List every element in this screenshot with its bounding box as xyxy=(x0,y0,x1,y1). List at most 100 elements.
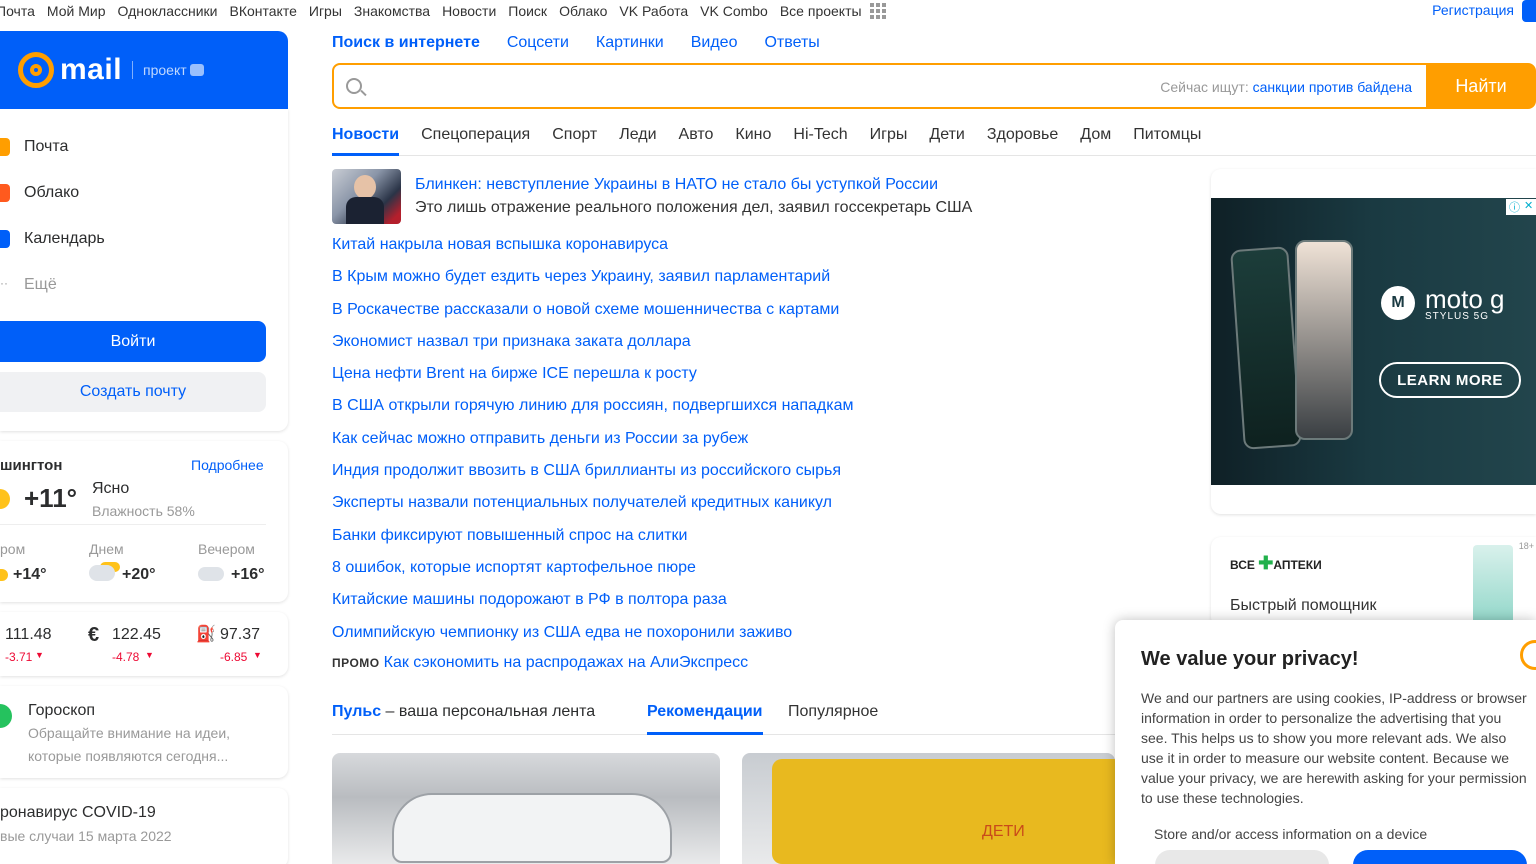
trending-query[interactable]: санкции против байдена xyxy=(1253,79,1412,95)
lead-news-subtitle: Это лишь отражение реального положения д… xyxy=(415,199,973,216)
weather-widget[interactable]: шингтон Подробнее +11° Ясно Влажность 58… xyxy=(0,441,288,602)
weather-more-link[interactable]: Подробнее xyxy=(191,457,264,473)
accept-button[interactable] xyxy=(1353,850,1527,864)
tab-special-op[interactable]: Спецоперация xyxy=(421,126,530,155)
news-item[interactable]: Цена нефти Brent на бирже ICE перешла к … xyxy=(332,365,853,397)
pulse-title[interactable]: Пульс – ваша персональная лента xyxy=(332,703,595,721)
project-link-vk-work[interactable]: VK Работа xyxy=(619,3,688,19)
tab-social[interactable]: Соцсети xyxy=(507,34,569,52)
news-item[interactable]: В США открыли горячую линию для россиян,… xyxy=(332,397,853,429)
reject-button[interactable] xyxy=(1155,850,1329,864)
project-link-games[interactable]: Игры xyxy=(309,3,342,19)
news-item[interactable]: Эксперты назвали потенциальных получател… xyxy=(332,494,853,526)
dots-icon: ·· xyxy=(0,276,8,290)
news-category-tabs: Новости Спецоперация Спорт Леди Авто Кин… xyxy=(332,126,1536,156)
project-link-vk-combo[interactable]: VK Combo xyxy=(700,3,768,19)
tab-recommendations[interactable]: Рекомендации xyxy=(647,703,763,735)
tab-sport[interactable]: Спорт xyxy=(552,126,597,155)
tab-video[interactable]: Видео xyxy=(691,34,738,52)
menu-item-more[interactable]: ·· Ещё xyxy=(0,276,57,294)
project-link-search[interactable]: Поиск xyxy=(508,3,547,19)
project-link-all[interactable]: Все проекты xyxy=(780,3,862,19)
project-link-cloud[interactable]: Облако xyxy=(559,3,607,19)
ad-choices[interactable]: ⓘ ✕ xyxy=(1506,199,1536,215)
weather-day-label: Днем xyxy=(89,541,124,557)
tab-pets[interactable]: Питомцы xyxy=(1133,126,1201,155)
moto-ad-banner[interactable]: M moto g STYLUS 5G LEARN MORE xyxy=(1211,198,1536,485)
tab-popular[interactable]: Популярное xyxy=(788,703,878,721)
search-button[interactable]: Найти xyxy=(1426,63,1536,109)
news-item[interactable]: Олимпийскую чемпионку из США едва не пох… xyxy=(332,624,853,656)
news-item[interactable]: Как сейчас можно отправить деньги из Рос… xyxy=(332,430,853,462)
tab-images[interactable]: Картинки xyxy=(596,34,664,52)
tab-news[interactable]: Новости xyxy=(332,126,400,156)
tab-lady[interactable]: Леди xyxy=(619,126,656,155)
news-item[interactable]: Китай накрыла новая вспышка коронавируса xyxy=(332,236,853,268)
project-link-news[interactable]: Новости xyxy=(442,3,496,19)
apps-grid-icon[interactable] xyxy=(869,3,886,19)
privacy-dialog: We value your privacy! We and our partne… xyxy=(1115,620,1536,864)
news-item[interactable]: Банки фиксируют повышенный спрос на слит… xyxy=(332,527,853,559)
tab-answers[interactable]: Ответы xyxy=(764,34,819,52)
news-item[interactable]: В Роскачестве рассказали о новой схеме м… xyxy=(332,301,853,333)
tab-games[interactable]: Игры xyxy=(870,126,908,155)
horoscope-widget[interactable]: Гороскоп Обращайте внимание на идеи, кот… xyxy=(0,686,288,778)
lead-news-image[interactable] xyxy=(332,169,401,224)
sun-icon xyxy=(0,569,8,581)
pharmacy-shelf-image xyxy=(1473,545,1513,627)
menu-item-calendar[interactable]: Календарь xyxy=(0,230,105,248)
weather-evening-temp: +16° xyxy=(231,566,265,583)
tab-web-search[interactable]: Поиск в интернете xyxy=(332,34,480,52)
sun-moon-icon xyxy=(0,489,10,509)
tab-health[interactable]: Здоровье xyxy=(987,126,1058,155)
news-item[interactable]: Экономист назвал три признака заката дол… xyxy=(332,333,853,365)
tab-kino[interactable]: Кино xyxy=(735,126,771,155)
news-item[interactable]: В Крым можно будет ездить через Украину,… xyxy=(332,268,853,300)
apteki-card[interactable]: ВСЕ ✚АПТЕКИ Быстрый помощник 18+ xyxy=(1211,537,1536,627)
apteki-logo: ВСЕ ✚АПТЕКИ xyxy=(1230,553,1322,574)
weather-evening-label: Вечером xyxy=(198,541,255,557)
mail-icon xyxy=(0,138,10,156)
promo-item[interactable]: ПРОМО Как сэкономить на распродажах на Ал… xyxy=(332,654,748,672)
login-corner-button[interactable] xyxy=(1522,0,1536,22)
privacy-title: We value your privacy! xyxy=(1141,648,1359,670)
tab-home[interactable]: Дом xyxy=(1080,126,1111,155)
apteki-text: Быстрый помощник xyxy=(1230,597,1377,614)
apteki-logo-a: ВСЕ xyxy=(1230,558,1255,572)
project-link-moimir[interactable]: Мой Мир xyxy=(47,3,106,19)
logo-divider xyxy=(132,61,134,79)
news-item[interactable]: Китайские машины подорожают в РФ в полто… xyxy=(332,591,853,623)
learn-more-button[interactable]: LEARN MORE xyxy=(1379,362,1521,398)
trending-search[interactable]: Сейчас ищут: санкции против байдена xyxy=(1160,79,1412,95)
close-icon[interactable]: ✕ xyxy=(1524,199,1533,215)
tab-auto[interactable]: Авто xyxy=(679,126,714,155)
mail-logo[interactable]: mail проект xyxy=(0,31,288,109)
menu-item-cloud[interactable]: Облако xyxy=(0,184,79,202)
close-dialog-icon[interactable] xyxy=(1520,640,1536,670)
privacy-store-option[interactable]: Store and/or access information on a dev… xyxy=(1154,826,1427,842)
promo-link[interactable]: Как сэкономить на распродажах на АлиЭксп… xyxy=(384,654,749,671)
project-link-vk[interactable]: ВКонтакте xyxy=(230,3,297,19)
login-button[interactable]: Войти xyxy=(0,321,266,362)
pulse-card-bus-image[interactable]: ДЕТИ xyxy=(742,753,1115,864)
logo-project-label: проект xyxy=(143,62,187,78)
pulse-header: Пульс – ваша персональная лента Рекоменд… xyxy=(332,703,1115,735)
search-input[interactable]: Сейчас ищут: санкции против байдена xyxy=(332,63,1426,109)
tab-kids[interactable]: Дети xyxy=(929,126,964,155)
project-link-dating[interactable]: Знакомства xyxy=(354,3,430,19)
create-mail-button[interactable]: Создать почту xyxy=(0,372,266,412)
project-link-ok[interactable]: Одноклассники xyxy=(117,3,217,19)
info-icon[interactable]: ⓘ xyxy=(1509,199,1520,215)
lead-news-title[interactable]: Блинкен: невступление Украины в НАТО не … xyxy=(415,176,938,194)
news-item[interactable]: Индия продолжит ввозить в США бриллианты… xyxy=(332,462,853,494)
menu-item-mail[interactable]: Почта xyxy=(0,138,68,156)
pulse-card-car-image[interactable] xyxy=(332,753,720,864)
register-link[interactable]: Регистрация xyxy=(1432,2,1514,18)
rates-widget[interactable]: 111.48 -3.71 ▼ € 122.45 -4.78 ▼ ⛽ 97.37 … xyxy=(0,612,288,676)
project-link-mail[interactable]: Почта xyxy=(0,3,35,19)
weather-morning-temp: +14° xyxy=(13,566,47,583)
tab-hitech[interactable]: Hi-Tech xyxy=(793,126,847,155)
news-item[interactable]: 8 ошибок, которые испортят картофельное … xyxy=(332,559,853,591)
covid-widget[interactable]: ронавирус COVID-19 вые случаи 15 марта 2… xyxy=(0,788,288,864)
pulse-link[interactable]: Пульс xyxy=(332,703,381,720)
